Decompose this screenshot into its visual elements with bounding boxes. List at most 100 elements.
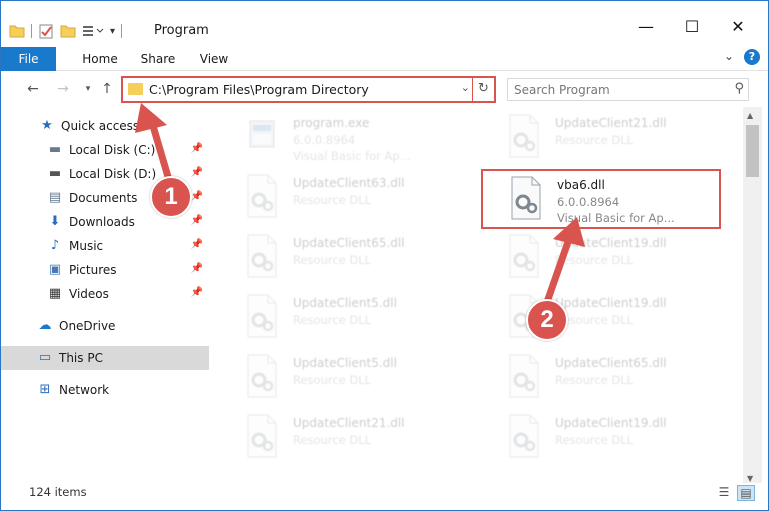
sidebar-item-label: This PC (59, 351, 103, 365)
details-view-icon[interactable]: ☰ (715, 485, 733, 501)
help-icon[interactable]: ? (744, 49, 760, 65)
search-box[interactable]: ⚲ (507, 78, 749, 101)
file-detail-line-1: Resource DLL (555, 433, 634, 447)
customize-toolbar-icon[interactable] (82, 24, 104, 38)
refresh-button[interactable]: ↻ (472, 78, 494, 101)
address-row: ← → ▾ ↑ C:\Program Files\Program Directo… (1, 71, 768, 107)
file-item[interactable]: vba6.dll 6.0.0.8964 Visual Basic for Ap... (481, 169, 721, 229)
recent-locations-button[interactable]: ▾ (78, 79, 98, 99)
tab-home[interactable]: Home (73, 47, 127, 71)
sidebar-item[interactable]: ▬ Local Disk (C:) 📌 (1, 138, 209, 162)
item-count: 124 items (29, 485, 87, 499)
tab-view[interactable]: View (191, 47, 237, 71)
sidebar-item-label: Documents (69, 191, 138, 205)
dll-file-icon (504, 113, 544, 159)
file-name: UpdateClient21.dll (555, 116, 667, 130)
sidebar-item[interactable]: ★ Quick access (1, 114, 209, 138)
address-bar[interactable]: C:\Program Files\Program Directory ⌄ ↻ (121, 76, 496, 103)
file-name: UpdateClient5.dll (293, 356, 397, 370)
pin-icon[interactable]: 📌 (191, 143, 203, 154)
close-button[interactable]: ✕ (715, 11, 761, 41)
pin-icon[interactable]: 📌 (191, 167, 203, 178)
file-name: UpdateClient5.dll (293, 296, 397, 310)
scroll-up-icon[interactable]: ▲ (747, 111, 753, 120)
title-bar: ▾ Program — ☐ ✕ (1, 1, 768, 47)
vertical-scrollbar[interactable]: ▲ ▼ (743, 107, 762, 487)
file-item[interactable]: UpdateClient63.dll Resource DLL (219, 169, 459, 229)
file-item[interactable]: UpdateClient5.dll Resource DLL (219, 289, 459, 349)
maximize-button[interactable]: ☐ (669, 11, 715, 41)
file-detail-line-1: Resource DLL (555, 253, 634, 267)
file-item[interactable]: UpdateClient65.dll Resource DLL (219, 229, 459, 289)
minimize-button[interactable]: — (623, 11, 669, 41)
drive-icon: ▬ (48, 142, 62, 157)
file-item[interactable]: UpdateClient65.dll Resource DLL (481, 349, 721, 409)
large-icons-view-icon[interactable]: ▤ (737, 485, 755, 501)
pin-icon[interactable]: 📌 (191, 215, 203, 226)
sidebar-item[interactable]: ▣ Pictures 📌 (1, 258, 209, 282)
file-item[interactable]: UpdateClient21.dll Resource DLL (481, 109, 721, 169)
up-button[interactable]: ↑ (97, 79, 117, 99)
pin-icon[interactable]: 📌 (191, 287, 203, 298)
back-button[interactable]: ← (23, 79, 43, 99)
file-list: program.exe 6.0.0.8964 Visual Basic for Ap… (209, 107, 743, 471)
file-name: program.exe (293, 116, 370, 130)
file-item[interactable]: UpdateClient21.dll Resource DLL (219, 409, 459, 469)
folder-icon (128, 83, 143, 95)
folder-icon (9, 25, 25, 38)
dll-file-icon (504, 353, 544, 399)
pin-icon[interactable]: 📌 (191, 239, 203, 250)
documents-icon: ▤ (48, 190, 62, 205)
sidebar-item-label: Local Disk (D:) (69, 167, 157, 181)
file-item[interactable]: UpdateClient5.dll Resource DLL (219, 349, 459, 409)
file-name: UpdateClient19.dll (555, 236, 667, 250)
sidebar-item[interactable]: ♪ Music 📌 (1, 234, 209, 258)
pin-icon[interactable]: 📌 (191, 191, 203, 202)
sidebar-item[interactable]: ⊞ Network (1, 378, 209, 402)
file-item[interactable]: UpdateClient19.dll Resource DLL (481, 409, 721, 469)
download-icon: ⬇ (49, 214, 61, 229)
file-detail-line-1: Resource DLL (293, 313, 372, 327)
tab-file[interactable]: File (1, 47, 56, 71)
network-icon: ⊞ (39, 382, 51, 397)
forward-button[interactable]: → (53, 79, 73, 99)
toolbar-dropdown-icon[interactable]: ▾ (110, 26, 115, 37)
pin-icon[interactable]: 📌 (191, 263, 203, 274)
expand-ribbon-icon[interactable]: ⌄ (724, 49, 734, 63)
file-detail-line-2: Visual Basic for Ap... (293, 149, 411, 163)
toolbar-separator (31, 24, 32, 38)
scroll-down-icon[interactable]: ▼ (747, 474, 753, 483)
videos-icon: ▦ (48, 286, 62, 301)
dll-file-icon (504, 413, 544, 459)
tab-share[interactable]: Share (133, 47, 183, 71)
file-detail-line-1: Resource DLL (293, 373, 372, 387)
search-icon[interactable]: ⚲ (734, 81, 744, 96)
sidebar-item[interactable]: ☁ OneDrive (1, 314, 209, 338)
sidebar-item-label: OneDrive (59, 319, 116, 333)
search-input[interactable] (514, 81, 724, 98)
new-folder-icon[interactable] (60, 24, 76, 38)
scroll-thumb[interactable] (746, 125, 759, 177)
dll-file-icon (242, 293, 282, 339)
dll-file-icon (506, 175, 546, 221)
file-detail-line-1: Resource DLL (555, 133, 634, 147)
dll-file-icon (242, 413, 282, 459)
file-item[interactable]: UpdateClient19.dll Resource DLL (481, 229, 721, 289)
sidebar-item-label: Local Disk (C:) (69, 143, 156, 157)
address-dropdown-icon[interactable]: ⌄ (461, 81, 470, 94)
file-detail-line-1: Resource DLL (293, 433, 372, 447)
file-name: UpdateClient19.dll (555, 296, 667, 310)
sidebar-item[interactable]: ▦ Videos 📌 (1, 282, 209, 306)
address-path[interactable]: C:\Program Files\Program Directory (149, 82, 369, 97)
sidebar-item-label: Pictures (69, 263, 117, 277)
file-name: UpdateClient65.dll (293, 236, 405, 250)
dll-file-icon (242, 233, 282, 279)
file-item[interactable]: program.exe 6.0.0.8964 Visual Basic for Ap… (219, 109, 459, 169)
sidebar-item[interactable]: ▭ This PC (1, 346, 209, 370)
pictures-icon: ▣ (48, 262, 62, 277)
status-bar: 124 items ☰ ▤ (1, 483, 768, 510)
file-item[interactable]: UpdateClient19.dll Resource DLL (481, 289, 721, 349)
cloud-icon: ☁ (38, 318, 52, 333)
step-2-badge: 2 (526, 299, 568, 341)
properties-icon[interactable] (38, 23, 54, 39)
